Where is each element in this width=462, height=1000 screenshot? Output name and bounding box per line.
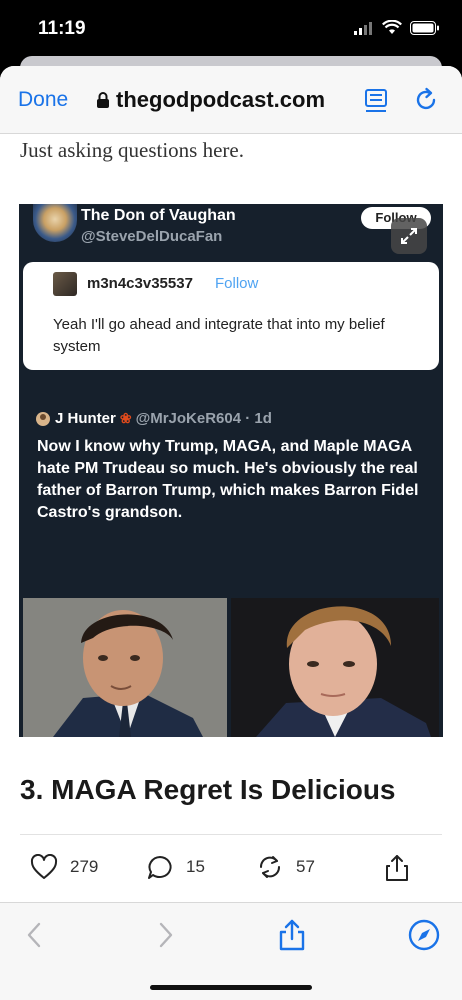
article-section-heading: 3. MAGA Regret Is Delicious	[20, 774, 396, 805]
expand-image-button[interactable]	[391, 218, 427, 254]
reload-icon[interactable]	[412, 86, 440, 114]
compass-button[interactable]	[406, 917, 442, 953]
divider	[20, 834, 442, 835]
expand-icon	[401, 228, 417, 244]
repost-button[interactable]: 57	[256, 854, 315, 880]
browser-toolbar	[0, 902, 462, 1000]
address-bar[interactable]: thegodpodcast.com	[96, 87, 325, 113]
comment-icon	[148, 856, 172, 879]
author-name: The Don of Vaughan	[81, 207, 236, 224]
home-indicator	[150, 985, 312, 990]
repost-count: 57	[296, 857, 315, 876]
status-icons	[354, 20, 440, 35]
quoted-user-avatar	[53, 272, 77, 296]
reply-author-handle: @MrJoKeR604 · 1d	[135, 410, 272, 427]
browser-sheet: Done thegodpodcast.com Just asking quest…	[0, 66, 462, 1000]
forward-icon	[159, 922, 173, 948]
wifi-icon	[382, 20, 402, 34]
author-handle: @SteveDelDucaFan	[81, 228, 223, 245]
reply-header: J Hunter ❀ @MrJoKeR604 · 1d	[35, 410, 272, 427]
url-text: thegodpodcast.com	[116, 87, 326, 112]
quoted-post-card: m3n4c3v35537 Follow Yeah I'll go ahead a…	[23, 262, 439, 370]
compass-icon	[408, 919, 440, 951]
reply-author-name: J Hunter	[55, 410, 116, 427]
post-actions-bar: 279 15 57	[0, 848, 462, 892]
embedded-post-image: The Don of Vaughan @SteveDelDucaFan Foll…	[19, 204, 443, 737]
heart-icon	[30, 854, 58, 879]
comment-button[interactable]: 15	[146, 854, 205, 880]
photo-trudeau	[23, 598, 227, 737]
like-button[interactable]: 279	[30, 854, 98, 880]
back-button[interactable]	[16, 917, 52, 953]
lock-icon	[97, 92, 109, 108]
article-partial-line: Just asking questions here.	[20, 138, 244, 162]
reply-avatar-icon	[36, 411, 50, 426]
battery-icon	[410, 20, 439, 35]
forward-button[interactable]	[148, 917, 184, 953]
maple-leaf-icon: ❀	[119, 410, 132, 426]
back-icon	[27, 922, 41, 948]
status-bar: 11:19	[0, 0, 462, 60]
share-page-button[interactable]	[274, 917, 310, 953]
quoted-follow-link: Follow	[215, 275, 259, 292]
share-icon	[279, 919, 305, 951]
like-count: 279	[70, 857, 99, 876]
done-button[interactable]: Done	[18, 88, 68, 112]
quoted-username: m3n4c3v35537	[87, 275, 193, 292]
share-post-button[interactable]	[384, 854, 410, 882]
quoted-post-text: Yeah I'll go ahead and integrate that in…	[53, 316, 385, 355]
repost-icon	[259, 856, 281, 878]
signal-icon	[354, 21, 372, 35]
status-time: 11:19	[38, 18, 86, 39]
comment-count: 15	[186, 857, 205, 876]
author-avatar	[33, 204, 77, 242]
reply-text: Now I know why Trump, MAGA, and Maple MA…	[37, 438, 419, 521]
reader-icon[interactable]	[364, 88, 388, 114]
photo-barron	[231, 598, 439, 737]
share-icon	[386, 855, 408, 881]
browser-navbar: Done thegodpodcast.com	[0, 66, 462, 134]
